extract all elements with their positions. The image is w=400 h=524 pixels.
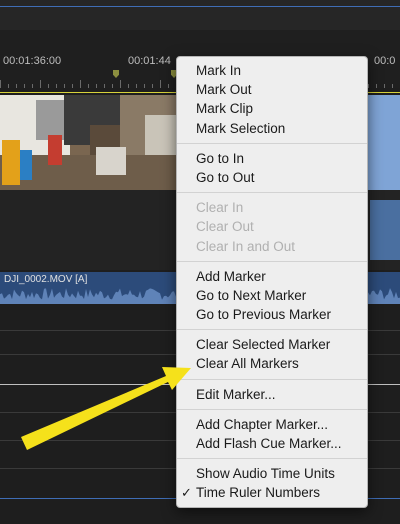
- ruler-tick: [80, 80, 81, 88]
- menu-item-mark-selection[interactable]: Mark Selection: [177, 119, 367, 138]
- menu-item-time-ruler-numbers[interactable]: ✓ Time Ruler Numbers: [177, 483, 367, 502]
- menu-separator: [177, 192, 367, 194]
- menu-item-label: Go to Out: [196, 169, 255, 185]
- menu-item-add-marker[interactable]: Add Marker: [177, 267, 367, 286]
- menu-item-add-flash-cue-marker[interactable]: Add Flash Cue Marker...: [177, 434, 367, 453]
- ruler-tick: [128, 84, 129, 88]
- menu-item-label: Mark Selection: [196, 120, 286, 136]
- work-area-line: [0, 6, 400, 7]
- menu-item-label: Time Ruler Numbers: [196, 485, 321, 501]
- menu-item-label: Add Chapter Marker...: [196, 416, 329, 432]
- menu-item-label: Mark Out: [196, 82, 252, 98]
- menu-item-clear-all-markers[interactable]: Clear All Markers: [177, 354, 367, 373]
- ruler-tick: [376, 84, 377, 88]
- menu-item-go-to-next-marker[interactable]: Go to Next Marker: [177, 286, 367, 305]
- timeline-header: [0, 0, 400, 30]
- menu-item-label: Show Audio Time Units: [196, 466, 335, 482]
- ruler-tick: [16, 84, 17, 88]
- ruler-tick: [88, 84, 89, 88]
- ruler-tick: [0, 80, 1, 88]
- ruler-tick: [40, 80, 41, 88]
- menu-item-clear-selected-marker[interactable]: Clear Selected Marker: [177, 335, 367, 354]
- menu-separator: [177, 329, 367, 331]
- ruler-tick: [144, 84, 145, 88]
- menu-item-label: Clear All Markers: [196, 356, 299, 372]
- ruler-tick: [32, 84, 33, 88]
- menu-item-clear-out[interactable]: Clear Out: [177, 217, 367, 236]
- ruler-tick: [152, 84, 153, 88]
- ruler-timecode: 00:01:36:00: [3, 55, 62, 67]
- menu-item-label: Go to In: [196, 150, 245, 166]
- menu-item-clear-in-and-out[interactable]: Clear In and Out: [177, 237, 367, 256]
- menu-item-label: Clear Selected Marker: [196, 337, 331, 353]
- menu-item-label: Edit Marker...: [196, 386, 276, 402]
- ruler-tick: [384, 84, 385, 88]
- menu-item-label: Add Flash Cue Marker...: [196, 436, 342, 451]
- audio-clip-name: DJI_0002.MOV [A]: [4, 274, 88, 285]
- timeline-context-menu: Mark In Mark Out Mark Clip Mark Selection Go…: [176, 56, 368, 508]
- menu-item-add-chapter-marker[interactable]: Add Chapter Marker...: [177, 415, 367, 434]
- ruler-tick: [112, 84, 113, 88]
- menu-item-go-to-out[interactable]: Go to Out: [177, 168, 367, 187]
- ruler-tick: [72, 84, 73, 88]
- ruler-tick: [392, 84, 393, 88]
- timeline-marker[interactable]: [113, 70, 119, 78]
- menu-item-label: Go to Next Marker: [196, 287, 307, 303]
- menu-separator: [177, 378, 367, 380]
- menu-separator: [177, 408, 367, 410]
- menu-item-clear-in[interactable]: Clear In: [177, 198, 367, 217]
- menu-item-label: Clear In and Out: [196, 238, 296, 254]
- ruler-tick: [96, 84, 97, 88]
- ruler-tick: [64, 84, 65, 88]
- menu-item-label: Mark In: [196, 63, 242, 78]
- ruler-timecode: 00:0: [374, 55, 396, 67]
- menu-item-mark-clip[interactable]: Mark Clip: [177, 99, 367, 118]
- menu-item-mark-out[interactable]: Mark Out: [177, 80, 367, 99]
- ruler-tick: [56, 84, 57, 88]
- video-clip-thumbnail[interactable]: [0, 95, 180, 190]
- ruler-tick: [368, 84, 369, 88]
- ruler-tick: [120, 80, 121, 88]
- menu-item-edit-marker[interactable]: Edit Marker...: [177, 385, 367, 404]
- menu-item-go-to-previous-marker[interactable]: Go to Previous Marker: [177, 305, 367, 324]
- menu-item-label: Add Marker: [196, 268, 266, 284]
- menu-separator: [177, 260, 367, 262]
- ruler-tick: [104, 84, 105, 88]
- menu-item-label: Mark Clip: [196, 101, 254, 117]
- menu-item-label: Clear In: [196, 200, 244, 216]
- checkmark-icon: ✓: [181, 485, 192, 501]
- menu-item-label: Clear Out: [196, 219, 254, 235]
- menu-item-label: Go to Previous Marker: [196, 307, 332, 323]
- menu-item-go-to-in[interactable]: Go to In: [177, 149, 367, 168]
- ruler-tick: [8, 84, 9, 88]
- ruler-tick: [48, 84, 49, 88]
- ruler-tick: [136, 84, 137, 88]
- menu-separator: [177, 458, 367, 460]
- ruler-tick: [168, 84, 169, 88]
- menu-item-mark-in[interactable]: Mark In: [177, 61, 367, 80]
- menu-separator: [177, 142, 367, 144]
- ruler-tick: [24, 84, 25, 88]
- menu-item-show-audio-time-units[interactable]: Show Audio Time Units: [177, 464, 367, 483]
- ruler-tick: [160, 80, 161, 88]
- ruler-timecode: 00:01:44: [128, 55, 171, 67]
